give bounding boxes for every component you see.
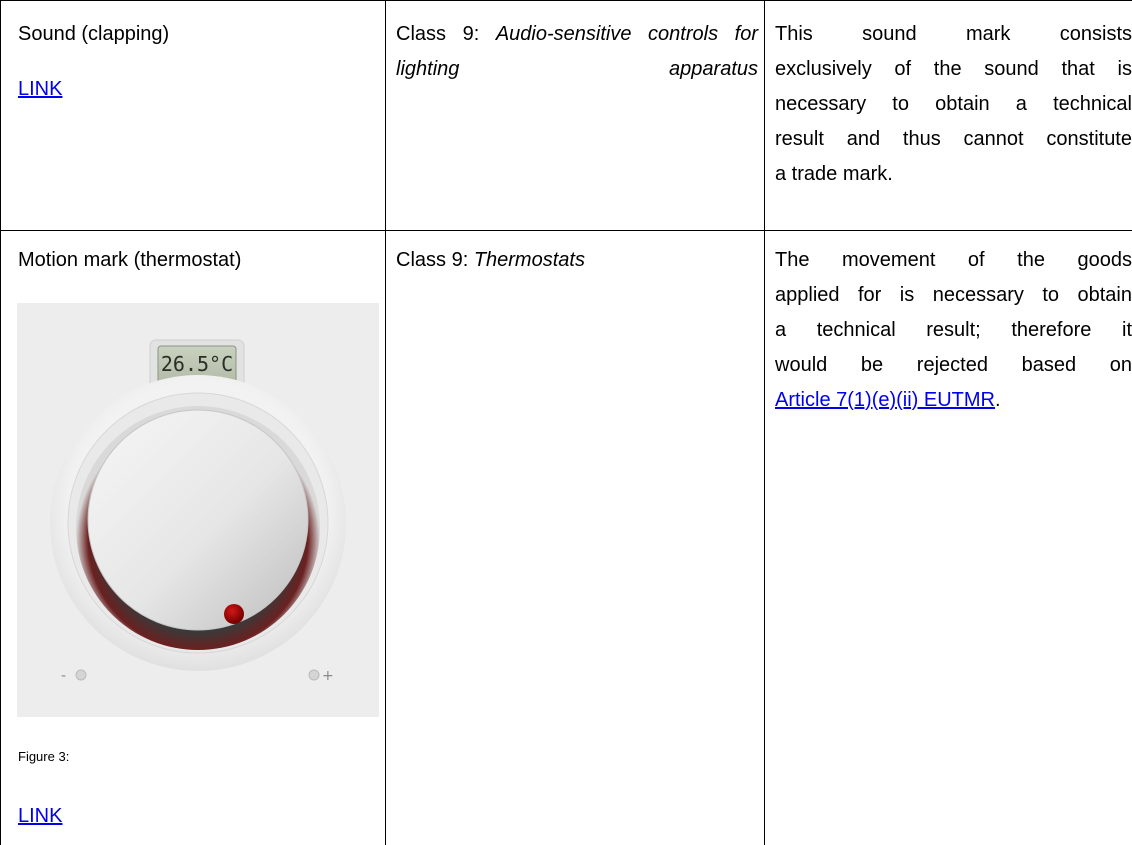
figure-caption: Figure 3:: [18, 749, 70, 764]
plus-sign: +: [322, 668, 334, 684]
class-goods: Thermostats: [473, 249, 585, 271]
sound-link[interactable]: LINK: [18, 78, 62, 100]
class-prefix: Class 9:: [396, 249, 474, 271]
motion-link-wrap: LINK: [18, 799, 368, 834]
class-prefix: Class 9:: [396, 23, 496, 45]
plus-indicator-icon: [308, 669, 320, 681]
thermostat-knob[interactable]: [87, 409, 309, 631]
comment-cell: The movement of the goods applied for is…: [775, 243, 1132, 418]
table-column-divider-1: [385, 0, 386, 845]
knob-indicator-dot: [224, 604, 244, 624]
comment-line: applied for is necessary to obtain: [775, 284, 1132, 306]
motion-link[interactable]: LINK: [18, 805, 62, 827]
comment-line: would be rejected based on: [775, 354, 1132, 376]
table-border-left: [0, 0, 1, 845]
article-link[interactable]: Article 7(1)(e)(ii) EUTMR: [775, 389, 995, 411]
comment-line: necessary to obtain a technical: [775, 93, 1132, 115]
thermostat-illustration: 26.5°C - +: [50, 339, 346, 684]
comment-line: exclusively of the sound that is: [775, 58, 1132, 80]
class-cell: Class 9: Audio-sensitive controls for li…: [396, 17, 758, 87]
comment-cell: This sound mark consists exclusively of …: [775, 17, 1132, 192]
thermostat-image: 26.5°C - +: [17, 303, 379, 717]
minus-sign: -: [61, 668, 66, 684]
table-row-divider: [0, 230, 1132, 231]
comment-line: a trade mark.: [775, 163, 893, 185]
comment-line: a technical result; therefore it: [775, 319, 1132, 341]
class-cell: Class 9: Thermostats: [396, 243, 758, 278]
table-row: Sound (clapping) LINK: [18, 17, 368, 107]
comment-line: This sound mark consists: [775, 23, 1132, 45]
comment-line: The movement of the goods: [775, 249, 1132, 271]
mark-type-label: Sound (clapping): [18, 23, 170, 45]
thermostat-display: 26.5°C: [161, 352, 233, 376]
mark-type-label: Motion mark (thermostat): [18, 249, 242, 271]
table-row: Motion mark (thermostat): [18, 243, 368, 278]
minus-indicator-icon: [75, 669, 87, 681]
table-border-top: [0, 0, 1132, 1]
comment-line: result and thus cannot constitute: [775, 128, 1132, 150]
table-column-divider-2: [764, 0, 765, 845]
comment-end: .: [995, 389, 1001, 411]
